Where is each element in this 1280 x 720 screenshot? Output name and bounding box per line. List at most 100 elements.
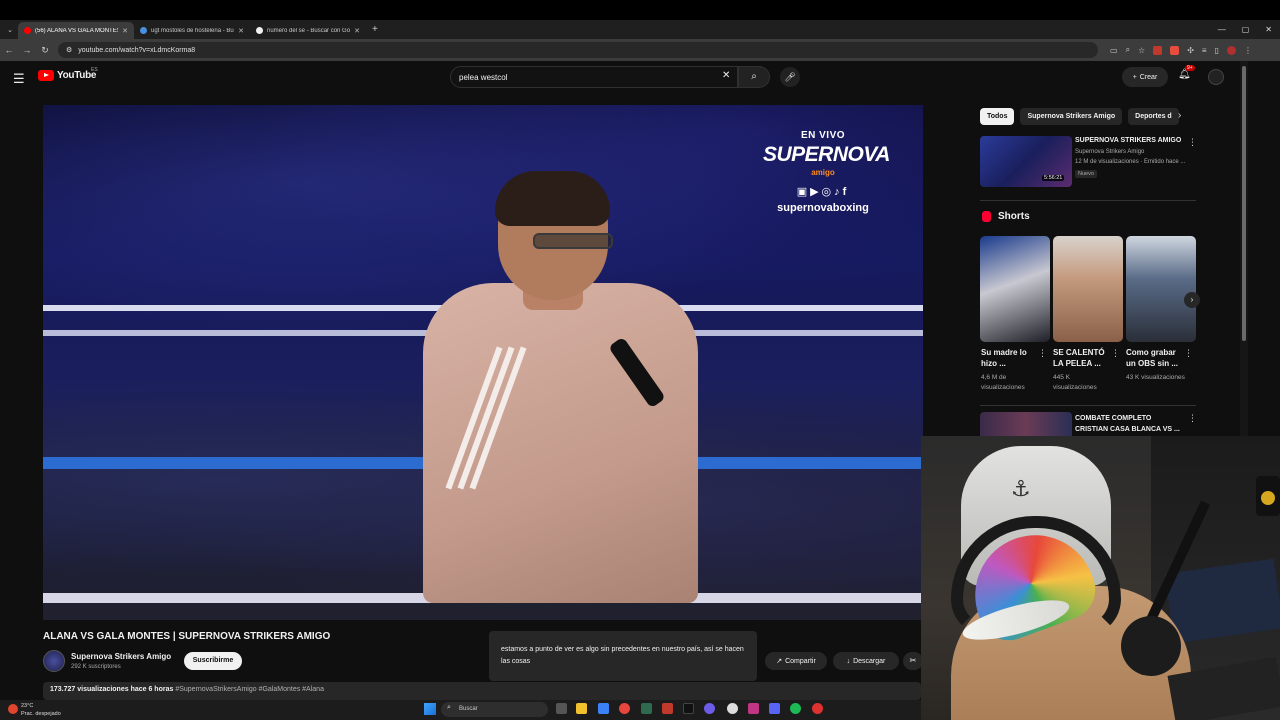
short-views: 445 K visualizaciones <box>1053 374 1097 391</box>
short-title[interactable]: SE CALENTÓ LA PELEA ... <box>1053 347 1113 369</box>
instagram-icon[interactable] <box>748 703 759 714</box>
reload-icon[interactable]: ↻ <box>36 45 54 56</box>
presenter-jacket <box>423 283 698 603</box>
more-options-icon[interactable]: ⋮ <box>1038 348 1047 359</box>
back-icon[interactable]: ← <box>0 45 18 55</box>
studio-microphone <box>1121 616 1181 676</box>
region-code: ES <box>91 67 98 73</box>
search-value: pelea westcol <box>459 72 508 82</box>
subscribe-button[interactable]: Suscribirme <box>184 652 242 670</box>
tab-search-icon[interactable]: ⌄ <box>2 26 18 34</box>
reading-list-icon[interactable]: ≡ <box>1202 46 1207 55</box>
tab-close-icon[interactable]: ✕ <box>122 27 128 35</box>
weather-condition: Prac. despejado <box>21 711 61 717</box>
url-field[interactable]: ⚙ youtube.com/watch?v=xLdmcKorma8 <box>58 42 1098 58</box>
channel-avatar[interactable] <box>43 650 65 672</box>
recommended-video-title[interactable]: SUPERNOVA STRIKERS AMIGO <box>1075 137 1181 144</box>
forward-icon[interactable]: → <box>18 45 36 55</box>
search-input[interactable]: pelea westcol <box>450 66 738 88</box>
chrome-icon[interactable] <box>619 703 630 714</box>
site-info-icon[interactable]: ⚙ <box>66 46 72 54</box>
tiktok-icon[interactable] <box>683 703 694 714</box>
extension-icon[interactable] <box>1170 45 1180 55</box>
chip-todos[interactable]: Todos <box>980 108 1015 125</box>
voice-search-button[interactable]: 🎤︎ <box>780 67 800 87</box>
extension-icon[interactable] <box>1153 45 1163 55</box>
bookmark-star-icon[interactable]: ☆ <box>1138 46 1145 55</box>
profile-icon[interactable] <box>1227 45 1236 55</box>
browser-tab-google[interactable]: numero del se - Buscar con Go ✕ <box>250 22 366 39</box>
download-label: Descargar <box>853 657 886 665</box>
window-top-strip <box>0 0 1280 20</box>
sidebar-icon[interactable]: ▯ <box>1215 46 1219 55</box>
short-title[interactable]: Su madre lo hizo ... <box>981 347 1041 369</box>
more-options-icon[interactable]: ⋮ <box>1111 348 1120 359</box>
google-icon[interactable] <box>727 703 738 714</box>
spotify-icon[interactable] <box>790 703 801 714</box>
description-box[interactable]: 173.727 visualizaciones hace 6 horas #Su… <box>43 682 921 700</box>
short-thumbnail[interactable] <box>980 236 1050 342</box>
upload-age: hace 6 horas <box>130 686 174 693</box>
short-title[interactable]: Como grabar un OBS sin ... <box>1126 347 1186 369</box>
video-thumbnail[interactable] <box>980 412 1072 436</box>
app-icon[interactable] <box>662 703 673 714</box>
short-thumbnail[interactable] <box>1053 236 1123 342</box>
chip-sports[interactable]: Deportes d <box>1128 108 1179 125</box>
share-icon: ↗ <box>776 658 783 665</box>
create-button[interactable]: + Crear <box>1122 67 1168 87</box>
jacket-stripe <box>469 346 527 490</box>
chevron-right-icon[interactable]: › <box>1178 110 1181 121</box>
store-icon[interactable] <box>598 703 609 714</box>
zoom-icon[interactable]: ⌕ <box>1126 45 1130 55</box>
more-options-icon[interactable]: ⋮ <box>1184 348 1193 359</box>
task-view-icon[interactable] <box>556 703 567 714</box>
download-button[interactable]: ↓ Descargar <box>833 652 899 670</box>
user-avatar[interactable] <box>1208 69 1224 85</box>
weather-widget[interactable]: 23°C Prac. despejado <box>8 702 61 718</box>
youtube-logo[interactable]: YouTube <box>38 70 97 81</box>
chevron-right-icon[interactable]: › <box>1184 292 1200 308</box>
chip-channel[interactable]: Supernova Strikers Amigo <box>1020 108 1123 125</box>
extensions-puzzle-icon[interactable]: ✣ <box>1187 46 1194 55</box>
youtube-play-icon <box>38 70 54 81</box>
browser-menu-icon[interactable]: ⋮ <box>1244 46 1252 55</box>
tab-close-icon[interactable]: ✕ <box>354 27 360 35</box>
cast-icon[interactable]: ▭ <box>1110 46 1118 55</box>
channel-name[interactable]: Supernova Strikers Amigo <box>71 652 171 661</box>
share-button[interactable]: ↗ Compartir <box>765 652 827 670</box>
browser-tab-ugt[interactable]: ugt mostoles de hosteleria - Bu ✕ <box>134 22 250 39</box>
clear-search-icon[interactable]: ✕ <box>722 70 730 81</box>
maximize-icon[interactable]: ▢ <box>1242 25 1250 34</box>
taskbar-search[interactable]: Buscar <box>441 702 548 717</box>
app-icon[interactable] <box>641 703 652 714</box>
more-options-icon[interactable]: ⋮ <box>1188 137 1197 148</box>
recommended-video-title[interactable]: COMBATE COMPLETO CRISTIAN CASA BLANCA VS… <box>1075 413 1183 435</box>
windows-start-icon[interactable] <box>424 703 436 715</box>
menu-icon[interactable]: ☰ <box>13 71 25 87</box>
view-count: 173.727 visualizaciones <box>50 686 129 693</box>
window-controls: — ▢ ✕ <box>1218 20 1272 39</box>
minimize-icon[interactable]: — <box>1218 25 1226 34</box>
create-label: Crear <box>1139 73 1158 81</box>
clip-button[interactable]: ✂ <box>903 652 923 670</box>
video-title: ALANA VS GALA MONTES | SUPERNOVA STRIKER… <box>43 631 331 642</box>
temperature: 23°C <box>21 703 34 709</box>
more-options-icon[interactable]: ⋮ <box>1188 413 1197 424</box>
hashtags[interactable]: #SupernovaStrikersAmigo #GalaMontes #Ala… <box>175 686 324 693</box>
file-explorer-icon[interactable] <box>576 703 587 714</box>
scissors-icon: ✂ <box>909 656 917 665</box>
divider <box>980 405 1196 406</box>
tab-close-icon[interactable]: ✕ <box>238 27 244 35</box>
browser-tab-youtube[interactable]: (56) ALANA VS GALA MONTES ✕ <box>18 22 134 39</box>
discord-icon[interactable] <box>769 703 780 714</box>
scrollbar-thumb[interactable] <box>1242 66 1246 341</box>
recommended-channel[interactable]: Supernova Strikers Amigo <box>1075 149 1144 155</box>
app-icon[interactable] <box>812 703 823 714</box>
search-button[interactable]: ⌕ <box>738 66 770 88</box>
new-tab-button[interactable]: + <box>372 24 378 35</box>
close-window-icon[interactable]: ✕ <box>1265 25 1272 34</box>
video-player[interactable]: EN VIVO SUPERNOVA amigo ▣▶◎♪f supernovab… <box>43 105 923 620</box>
app-icon[interactable] <box>704 703 715 714</box>
short-thumbnail[interactable] <box>1126 236 1196 342</box>
weather-icon <box>8 704 18 714</box>
